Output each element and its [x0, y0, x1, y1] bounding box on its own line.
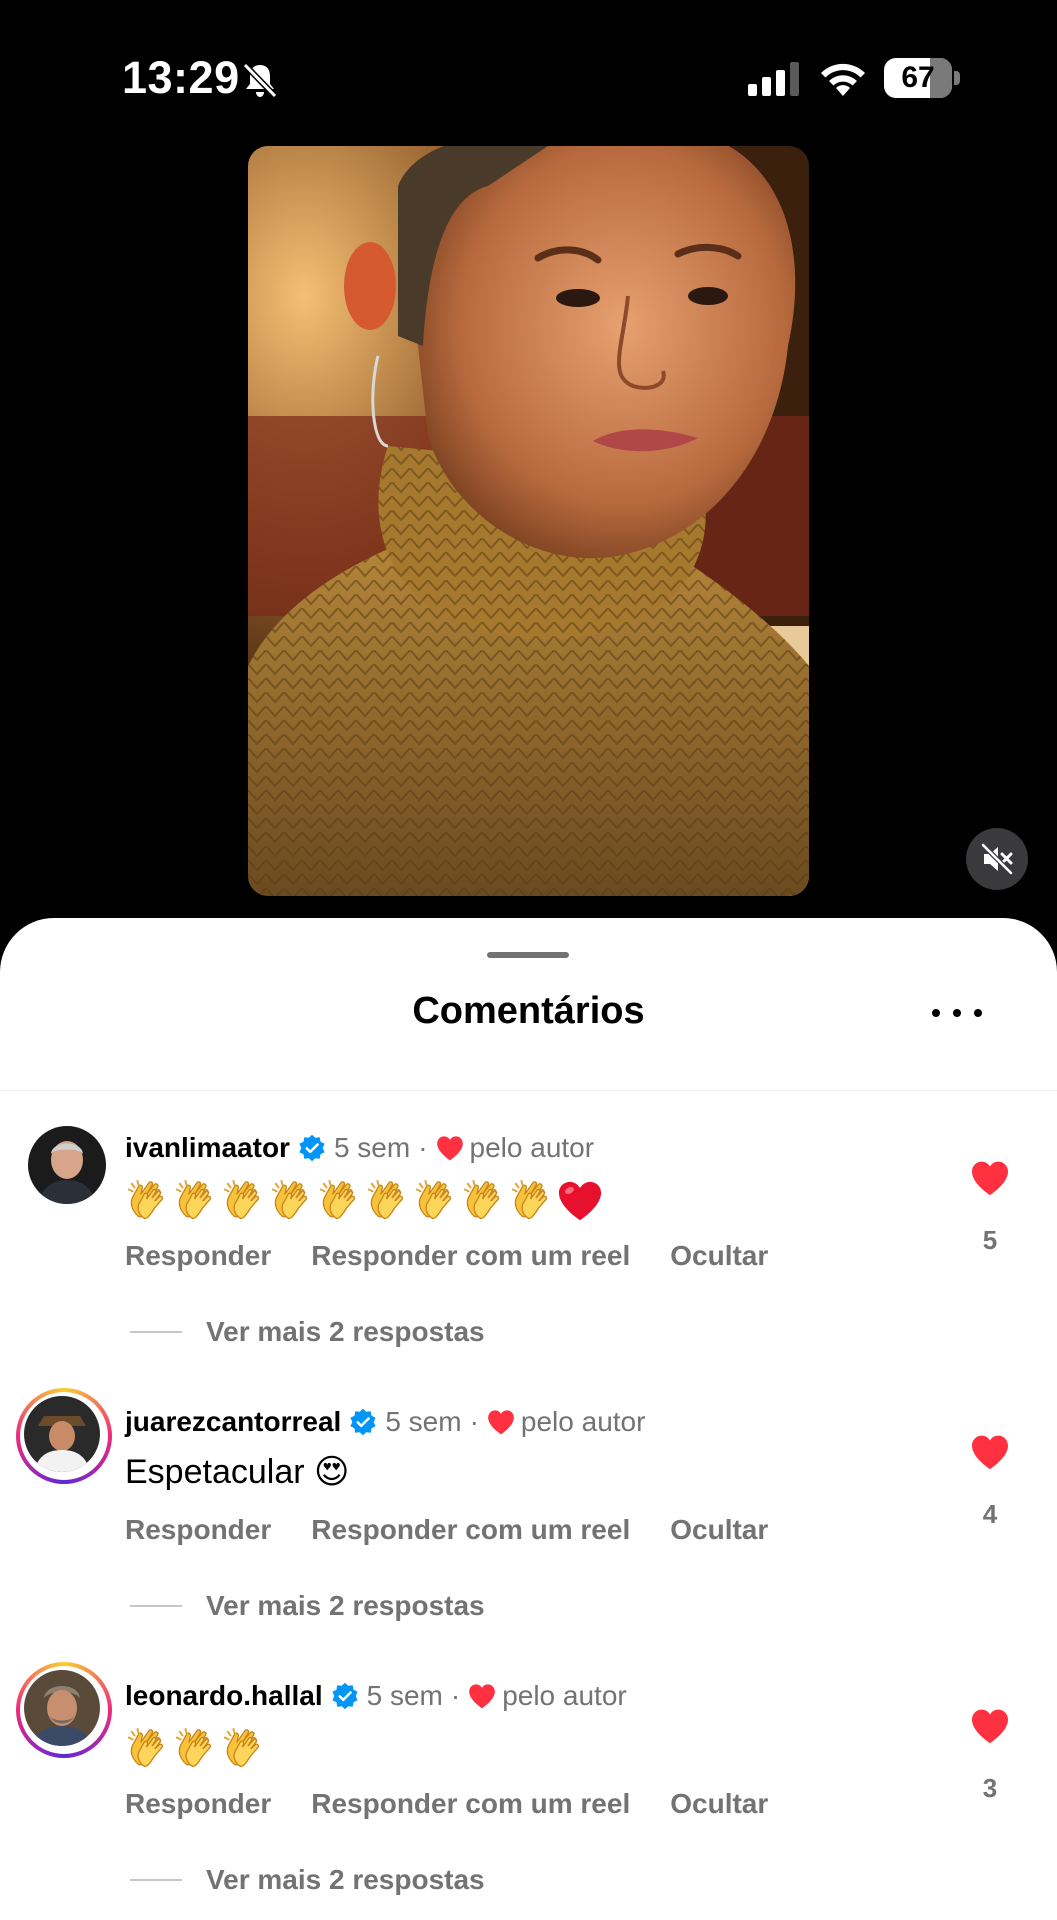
speaker-muted-icon: [981, 843, 1013, 875]
sheet-title: Comentários: [412, 990, 645, 1032]
reply-with-reel-button[interactable]: Responder com um reel: [311, 1240, 630, 1272]
avatar[interactable]: [16, 1388, 112, 1484]
comment-text: Espetacular 😍: [125, 1453, 350, 1491]
hide-button[interactable]: Ocultar: [670, 1788, 768, 1820]
like-heart-icon[interactable]: [970, 1160, 1010, 1196]
clapping-hands-icon: [173, 1726, 219, 1772]
reply-button[interactable]: Responder: [125, 1240, 271, 1272]
comment-time: 5 sem: [385, 1406, 462, 1437]
comment-time: 5 sem: [333, 1132, 411, 1163]
wifi-icon: [821, 63, 865, 96]
comment-item: ivanlimaator 5 sem · pelo autor Responde…: [0, 1106, 1057, 1348]
sheet-drag-handle[interactable]: [487, 952, 569, 958]
liked-by-author-heart-icon: [487, 1409, 515, 1435]
comment-actions: Responder Responder com um reel Ocultar: [125, 1514, 808, 1546]
verified-badge-icon: [298, 1134, 326, 1162]
comment-meta: ivanlimaator 5 sem · pelo autor: [125, 1128, 594, 1168]
view-more-replies[interactable]: Ver mais 2 respostas: [130, 1590, 485, 1622]
like-count: 3: [982, 1773, 998, 1803]
view-more-replies[interactable]: Ver mais 2 respostas: [130, 1864, 485, 1896]
verified-badge-icon: [349, 1408, 377, 1436]
reply-with-reel-button[interactable]: Responder com um reel: [311, 1788, 630, 1820]
clapping-hands-icon: [461, 1178, 507, 1224]
red-heart-icon: [557, 1178, 603, 1224]
status-time: 13:29: [122, 52, 240, 103]
battery-level: 67: [901, 61, 935, 94]
clapping-hands-icon: [125, 1178, 171, 1224]
reel-video-thumbnail[interactable]: [248, 146, 809, 896]
view-more-replies-label: Ver mais 2 respostas: [206, 1864, 485, 1895]
clapping-hands-icon: [365, 1178, 411, 1224]
avatar[interactable]: [16, 1662, 112, 1758]
liked-by-author-label: pelo autor: [520, 1406, 646, 1437]
comment-actions: Responder Responder com um reel Ocultar: [125, 1788, 808, 1820]
liked-by-author-heart-icon: [468, 1683, 496, 1709]
header-divider: [0, 1090, 1057, 1091]
liked-by-author-heart-icon: [436, 1135, 464, 1161]
cellular-signal-icon: [748, 62, 799, 96]
clapping-hands-icon: [269, 1178, 315, 1224]
comment-actions: Responder Responder com um reel Ocultar: [125, 1240, 808, 1272]
reply-button[interactable]: Responder: [125, 1788, 271, 1820]
like-count: 5: [982, 1225, 998, 1255]
status-bar: 13:29 67: [0, 0, 1057, 140]
comment-emoji-text: [125, 1176, 605, 1226]
reply-button[interactable]: Responder: [125, 1514, 271, 1546]
avatar[interactable]: [28, 1126, 108, 1206]
clapping-hands-icon: [125, 1726, 171, 1772]
meta-separator: ·: [418, 1132, 428, 1163]
comment-username[interactable]: juarezcantorreal: [125, 1406, 341, 1438]
comment-item: juarezcantorreal 5 sem · pelo autor Espe…: [0, 1380, 1057, 1622]
comment-username[interactable]: leonardo.hallal: [125, 1680, 323, 1712]
view-more-replies[interactable]: Ver mais 2 respostas: [130, 1316, 485, 1348]
silent-bell-icon: [242, 62, 278, 99]
comment-time: 5 sem: [366, 1680, 443, 1711]
clapping-hands-icon: [413, 1178, 459, 1224]
hide-button[interactable]: Ocultar: [670, 1514, 768, 1546]
comments-sheet: Comentários ivanlimaator 5 sem · pelo au…: [0, 918, 1057, 1920]
hide-button[interactable]: Ocultar: [670, 1240, 768, 1272]
comment-meta: leonardo.hallal 5 sem · pelo autor: [125, 1676, 627, 1716]
more-options-button[interactable]: [932, 998, 982, 1028]
muted-audio-button[interactable]: [966, 828, 1028, 890]
clapping-hands-icon: [221, 1178, 267, 1224]
liked-by-author-label: pelo autor: [469, 1132, 595, 1163]
meta-separator: ·: [450, 1680, 461, 1711]
clapping-hands-icon: [173, 1178, 219, 1224]
view-more-replies-label: Ver mais 2 respostas: [206, 1316, 485, 1347]
battery-indicator: 67: [884, 58, 960, 98]
clapping-hands-icon: [221, 1726, 267, 1772]
reply-with-reel-button[interactable]: Responder com um reel: [311, 1514, 630, 1546]
meta-separator: ·: [469, 1406, 479, 1437]
comment-meta: juarezcantorreal 5 sem · pelo autor: [125, 1402, 645, 1442]
comment-emoji-text: [125, 1724, 269, 1774]
comment-like: 4: [966, 1434, 1014, 1530]
verified-badge-icon: [331, 1682, 359, 1710]
liked-by-author-label: pelo autor: [502, 1680, 627, 1711]
view-more-replies-label: Ver mais 2 respostas: [206, 1590, 485, 1621]
comment-item: leonardo.hallal 5 sem · pelo autor Respo…: [0, 1654, 1057, 1896]
like-heart-icon[interactable]: [970, 1708, 1010, 1744]
like-heart-icon[interactable]: [970, 1434, 1010, 1470]
comment-like: 5: [966, 1160, 1014, 1256]
clapping-hands-icon: [317, 1178, 363, 1224]
comment-username[interactable]: ivanlimaator: [125, 1132, 290, 1164]
like-count: 4: [982, 1499, 998, 1529]
clapping-hands-icon: [509, 1178, 555, 1224]
comment-like: 3: [966, 1708, 1014, 1804]
video-frame-image: [248, 146, 809, 896]
reels-comments-screen: 13:29 67 Comentários ivanlimaator 5 sem …: [0, 0, 1057, 1920]
